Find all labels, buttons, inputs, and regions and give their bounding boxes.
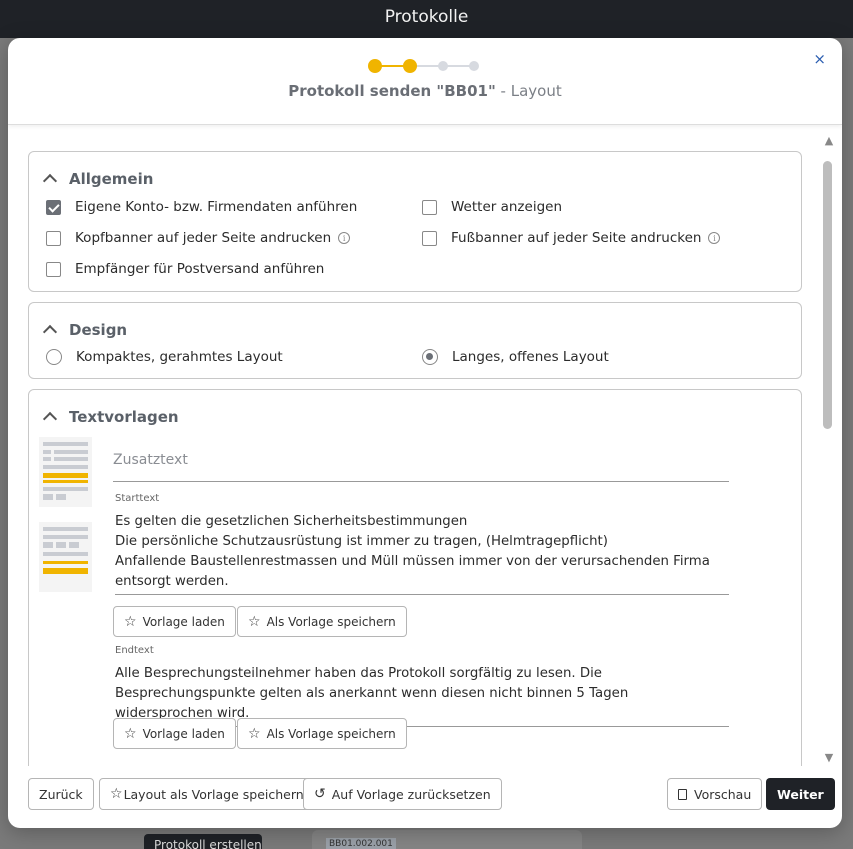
undo-icon: ↺ (314, 786, 326, 802)
app-title-bar: Protokolle (0, 0, 853, 38)
checkbox[interactable] (46, 230, 61, 246)
step-3-dot (438, 61, 448, 71)
section-allgemein-header[interactable]: Allgemein (42, 170, 154, 189)
checkbox[interactable] (46, 261, 61, 277)
app-title: Protokolle (384, 7, 469, 27)
chevron-up-icon (42, 324, 58, 340)
option-label: Kompaktes, gerahmtes Layout (76, 349, 283, 365)
radio-button-selected[interactable] (422, 349, 438, 365)
section-textvorlagen-header[interactable]: Textvorlagen (42, 408, 179, 427)
create-protocol-button[interactable]: Protokoll erstellen (144, 834, 262, 849)
info-icon[interactable]: i (338, 232, 351, 244)
step-1-dot (368, 59, 382, 73)
option-konto-daten[interactable]: Eigene Konto- bzw. Firmendaten anführen (46, 199, 357, 215)
dialog-title: Protokoll senden "BB01" - Layout (8, 82, 842, 100)
scroll-down-icon[interactable]: ▼ (822, 751, 836, 764)
layout-dialog: Protokoll senden "BB01" - Layout × Allge… (8, 38, 842, 828)
close-icon[interactable]: × (813, 50, 826, 68)
option-lang[interactable]: Langes, offenes Layout (422, 349, 609, 365)
back-button[interactable]: Zurück (28, 778, 94, 810)
start-load-template-button[interactable]: ☆ Vorlage laden (113, 606, 236, 637)
dialog-content: Allgemein Eigene Konto- bzw. Firmendaten… (8, 126, 842, 766)
checkbox-checked[interactable] (46, 199, 61, 215)
section-allgemein-title: Allgemein (69, 170, 154, 188)
next-button[interactable]: Weiter (766, 778, 835, 810)
dialog-footer: Zurück ☆ Layout als Vorlage speichern ↺ … (8, 766, 842, 828)
option-kompakt[interactable]: Kompaktes, gerahmtes Layout (46, 349, 283, 365)
info-icon[interactable]: i (708, 232, 721, 244)
option-label: Empfänger für Postversand anführen (75, 261, 325, 277)
section-design: Design Kompaktes, gerahmtes Layout Lange… (28, 302, 802, 379)
scrollbar[interactable]: ▲ ▼ (823, 134, 838, 764)
option-label: Fußbanner auf jeder Seite andrucken (451, 230, 702, 246)
layout-thumbnail-header (39, 437, 92, 507)
button-label: Vorlage laden (142, 614, 225, 629)
section-textvorlagen-title: Textvorlagen (69, 408, 179, 426)
chevron-up-icon (42, 173, 58, 189)
scroll-up-icon[interactable]: ▲ (822, 134, 836, 147)
end-save-template-button[interactable]: ☆ Als Vorlage speichern (237, 718, 407, 749)
star-icon: ☆ (248, 613, 261, 630)
preview-button[interactable]: Vorschau (667, 778, 763, 810)
section-textvorlagen: Textvorlagen Zusatztext Starttext Es gel… (28, 389, 802, 766)
star-icon: ☆ (110, 786, 123, 802)
chevron-up-icon (42, 411, 58, 427)
option-kopfbanner[interactable]: Kopfbanner auf jeder Seite andrucken i (46, 230, 351, 246)
option-wetter[interactable]: Wetter anzeigen (422, 199, 562, 215)
endtext-label: Endtext (115, 645, 154, 656)
end-load-template-button[interactable]: ☆ Vorlage laden (113, 718, 236, 749)
section-design-title: Design (69, 321, 128, 339)
option-label: Langes, offenes Layout (452, 349, 609, 365)
option-label: Wetter anzeigen (451, 199, 562, 215)
section-design-header[interactable]: Design (42, 321, 128, 340)
button-label: Als Vorlage speichern (266, 726, 396, 741)
step-indicator (368, 59, 488, 73)
save-layout-template-button[interactable]: ☆ Layout als Vorlage speichern (99, 778, 315, 810)
checkbox[interactable] (422, 199, 437, 215)
button-label: Layout als Vorlage speichern (123, 786, 304, 802)
background-row-chip: BB01.002.001 (326, 838, 396, 849)
star-icon: ☆ (248, 725, 261, 742)
radio-button[interactable] (46, 349, 62, 365)
star-icon: ☆ (124, 725, 137, 742)
option-label: Eigene Konto- bzw. Firmendaten anführen (75, 199, 358, 215)
button-label: Auf Vorlage zurücksetzen (331, 786, 491, 802)
scrollbar-thumb[interactable] (823, 161, 832, 429)
button-label: Als Vorlage speichern (266, 614, 396, 629)
dialog-title-step: - Layout (495, 82, 562, 100)
reset-template-button[interactable]: ↺ Auf Vorlage zurücksetzen (303, 778, 502, 810)
layout-thumbnail-footer (39, 522, 92, 592)
dialog-header: Protokoll senden "BB01" - Layout × (8, 38, 842, 125)
step-4-dot (469, 61, 479, 71)
dialog-title-main: Protokoll senden "BB01" (288, 82, 496, 100)
document-icon (678, 788, 687, 800)
starttext-label: Starttext (115, 493, 160, 504)
zusatztext-field[interactable]: Zusatztext (113, 452, 729, 482)
start-save-template-button[interactable]: ☆ Als Vorlage speichern (237, 606, 407, 637)
starttext-field[interactable]: Es gelten die gesetzlichen Sicherheitsbe… (115, 512, 729, 595)
checkbox[interactable] (422, 230, 437, 246)
step-2-dot (403, 59, 417, 73)
section-allgemein: Allgemein Eigene Konto- bzw. Firmendaten… (28, 151, 802, 292)
button-label: Vorlage laden (142, 726, 225, 741)
star-icon: ☆ (124, 613, 137, 630)
option-fussbanner[interactable]: Fußbanner auf jeder Seite andrucken i (422, 230, 721, 246)
option-postversand[interactable]: Empfänger für Postversand anführen (46, 261, 324, 277)
button-label: Vorschau (694, 786, 752, 802)
option-label: Kopfbanner auf jeder Seite andrucken (75, 230, 332, 246)
